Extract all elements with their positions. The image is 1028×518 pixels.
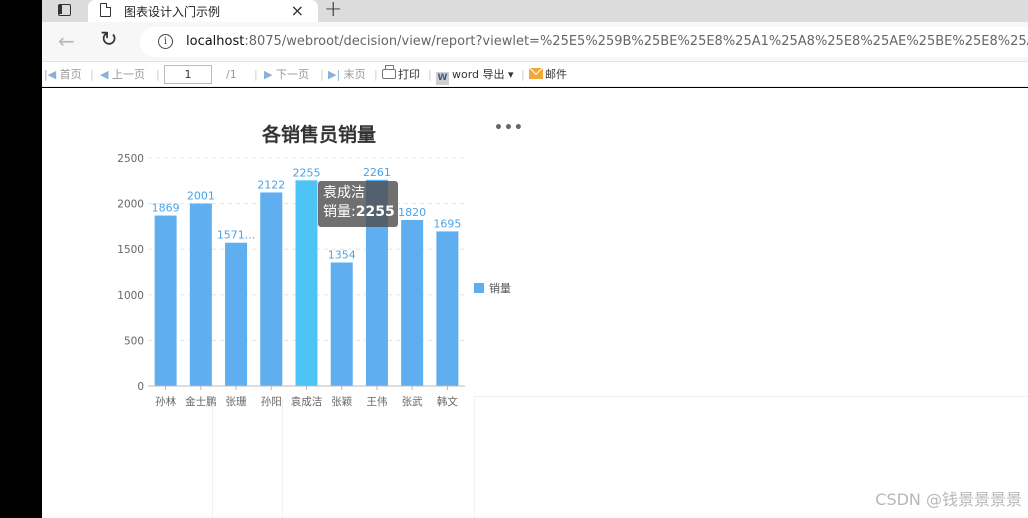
bar-value-label: 2261 xyxy=(363,166,391,179)
x-tick-label: 孙林 xyxy=(155,395,176,408)
back-icon[interactable]: ← xyxy=(58,29,75,53)
bar[interactable] xyxy=(330,262,353,386)
bar-chart: 各销售员销量 1869 2001 1571... 2122 2255 1354 2261 18… xyxy=(117,123,511,408)
x-tick-label: 王伟 xyxy=(366,395,387,408)
browser-tab[interactable]: 图表设计入门示例 × xyxy=(88,0,318,22)
bar[interactable] xyxy=(401,220,424,386)
y-tick-label: 2500 xyxy=(117,153,144,165)
page-total: /1 xyxy=(226,68,237,81)
toolbar-separator: | xyxy=(320,68,324,81)
print-button[interactable]: 打印 xyxy=(382,62,420,87)
y-tick-label: 0 xyxy=(137,381,144,393)
page-icon xyxy=(100,3,111,17)
tooltip-label: 销量: xyxy=(323,204,356,220)
x-tick-label: 张珊 xyxy=(226,396,247,408)
url-host: localhost xyxy=(186,34,245,49)
site-info-icon[interactable]: i xyxy=(158,34,173,49)
address-bar: ← ↻ i localhost:8075/webroot/decision/vi… xyxy=(42,22,1028,62)
url-path: :8075/webroot/decision/view/report?viewl… xyxy=(244,34,1028,49)
chart-tooltip: 袁成洁 销量:2255 xyxy=(318,181,398,227)
x-tick-label: 袁成洁 xyxy=(291,395,323,408)
x-tick-label: 韩文 xyxy=(437,395,458,408)
bar[interactable] xyxy=(436,231,459,386)
tab-actions-icon[interactable] xyxy=(56,2,74,18)
close-tab-icon[interactable]: × xyxy=(291,1,304,20)
tooltip-value: 2255 xyxy=(355,204,395,220)
bar-value-label: 1869 xyxy=(152,202,180,215)
toolbar-separator: | xyxy=(521,68,525,81)
next-page-icon: ▶ xyxy=(264,68,273,81)
first-page-icon: |◀ xyxy=(44,68,57,81)
watermark: CSDN @钱景景景景 xyxy=(875,490,1022,509)
word-export-button[interactable]: Wword 导出 ▾ xyxy=(436,62,514,87)
y-tick-label: 1000 xyxy=(117,290,144,302)
mail-button[interactable]: 邮件 xyxy=(529,62,567,87)
last-page-label: 末页 xyxy=(343,68,366,81)
report-toolbar: |◀ 首页 | ◀ 上一页 | 1 /1 | ▶ 下一页 | ▶| 末页 | 打… xyxy=(42,62,1028,87)
toolbar-separator: | xyxy=(156,68,160,81)
toolbar-separator: | xyxy=(90,68,94,81)
more-options-icon[interactable]: ••• xyxy=(494,120,524,136)
prev-page-label: 上一页 xyxy=(111,68,145,81)
printer-icon xyxy=(382,65,396,79)
reload-icon[interactable]: ↻ xyxy=(100,27,118,51)
bar[interactable] xyxy=(295,180,318,386)
url-field[interactable]: i localhost:8075/webroot/decision/view/r… xyxy=(140,27,1028,57)
legend-label[interactable]: 销量 xyxy=(489,281,511,295)
bar-value-label: 1695 xyxy=(433,217,461,230)
bar[interactable] xyxy=(225,242,248,386)
tab-title: 图表设计入门示例 xyxy=(124,5,221,19)
page-number-input[interactable]: 1 xyxy=(164,65,212,84)
report-area: 各销售员销量 1869 2001 1571... 2122 2255 1354 2261 18… xyxy=(42,88,1028,518)
bar-value-label: 2122 xyxy=(257,178,285,191)
first-page-button[interactable]: |◀ 首页 xyxy=(44,62,82,87)
toolbar-separator: | xyxy=(254,68,258,81)
bar[interactable] xyxy=(260,192,283,386)
next-page-label: 下一页 xyxy=(275,68,309,81)
legend-swatch[interactable] xyxy=(474,283,484,293)
bar-value-label: 2255 xyxy=(293,166,321,179)
bar-value-label: 2001 xyxy=(187,190,215,203)
dropdown-arrow-icon: ▾ xyxy=(508,68,514,81)
chart-title: 各销售员销量 xyxy=(261,123,376,146)
y-tick-label: 2000 xyxy=(117,199,144,211)
x-tick-label: 张武 xyxy=(402,395,423,408)
new-tab-icon[interactable]: + xyxy=(324,0,342,22)
toolbar-separator: | xyxy=(428,68,432,81)
first-page-label: 首页 xyxy=(59,68,82,81)
bar[interactable] xyxy=(154,215,177,386)
last-page-button[interactable]: ▶| 末页 xyxy=(328,62,366,87)
last-page-icon: ▶| xyxy=(328,68,341,81)
bar-value-label: 1571... xyxy=(217,229,255,242)
bar-value-label: 1354 xyxy=(328,249,356,262)
y-tick-label: 500 xyxy=(124,335,144,347)
url-text: localhost:8075/webroot/decision/view/rep… xyxy=(186,34,1028,49)
word-icon: W xyxy=(436,72,449,85)
toolbar-separator: | xyxy=(374,68,378,81)
bar[interactable] xyxy=(189,203,212,386)
x-tick-label: 金士鹏 xyxy=(185,395,217,408)
tooltip-name: 袁成洁 xyxy=(323,185,365,201)
bar-value-label: 1820 xyxy=(398,206,426,219)
mail-label: 邮件 xyxy=(545,68,567,81)
x-tick-label: 孙阳 xyxy=(261,395,282,408)
y-tick-label: 1500 xyxy=(117,244,144,256)
prev-page-icon: ◀ xyxy=(100,68,109,81)
print-label: 打印 xyxy=(398,68,420,81)
next-page-button[interactable]: ▶ 下一页 xyxy=(264,62,309,87)
browser-tab-strip: 图表设计入门示例 × + xyxy=(42,0,1028,22)
mail-icon xyxy=(529,68,543,79)
word-export-label: word 导出 xyxy=(452,68,505,81)
x-tick-label: 张颖 xyxy=(331,395,352,408)
prev-page-button[interactable]: ◀ 上一页 xyxy=(100,62,145,87)
